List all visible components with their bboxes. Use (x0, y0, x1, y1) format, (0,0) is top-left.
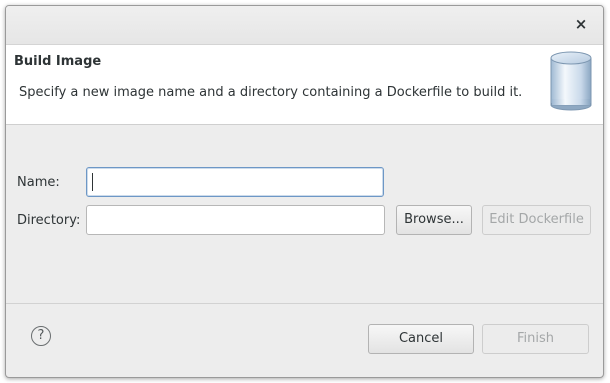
directory-label: Directory: (17, 213, 81, 228)
docker-image-cylinder-icon (550, 51, 592, 111)
page-title: Build Image (14, 54, 102, 69)
text-caret (92, 173, 93, 191)
name-label: Name: (17, 175, 60, 190)
cancel-button[interactable]: Cancel (368, 324, 474, 354)
name-input[interactable] (86, 167, 384, 197)
footer-divider (6, 303, 603, 304)
close-icon[interactable]: × (573, 16, 589, 32)
page-description: Specify a new image name and a directory… (19, 85, 523, 100)
wizard-banner: Build Image Specify a new image name and… (6, 45, 603, 125)
build-image-dialog: × Build Image Specify a new image name a… (5, 5, 604, 378)
title-bar: × (6, 6, 603, 45)
directory-input[interactable] (86, 205, 385, 235)
help-icon[interactable]: ? (31, 326, 51, 346)
browse-button[interactable]: Browse... (396, 205, 472, 235)
finish-button[interactable]: Finish (482, 324, 589, 354)
edit-dockerfile-button[interactable]: Edit Dockerfile (482, 205, 591, 235)
